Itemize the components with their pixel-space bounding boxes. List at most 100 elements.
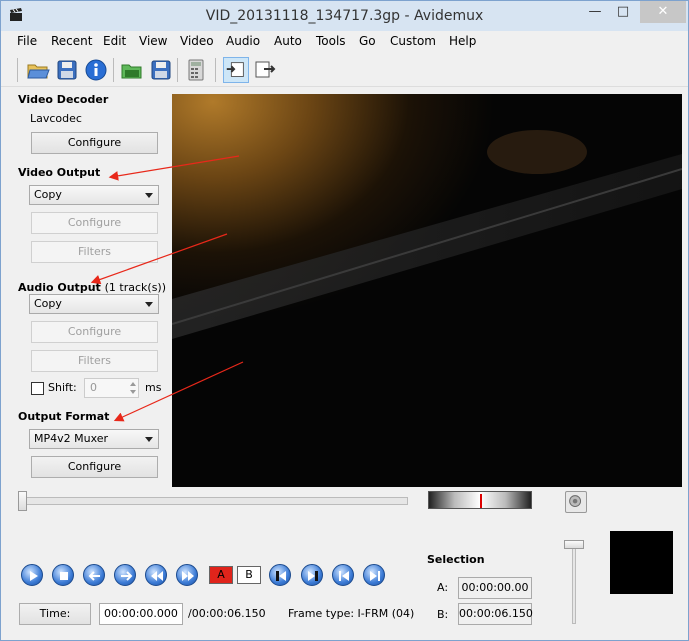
- chevron-down-icon: [145, 302, 153, 307]
- toolbar-separator: [215, 58, 216, 82]
- calculator-icon[interactable]: [183, 57, 209, 83]
- decoder-name: Lavcodec: [30, 112, 82, 125]
- audio-configure-button[interactable]: Configure: [31, 321, 158, 343]
- set-marker-b-button[interactable]: B: [237, 566, 261, 584]
- play-button[interactable]: [21, 564, 43, 586]
- save-video-icon[interactable]: [148, 57, 174, 83]
- menu-recent[interactable]: Recent: [51, 34, 92, 48]
- chevron-down-icon: [145, 437, 153, 442]
- title-bar[interactable]: VID_20131118_134717.3gp - Avidemux — □ ✕: [1, 1, 688, 31]
- toolbar-separator: [113, 58, 114, 82]
- input-preview-icon: [226, 62, 244, 77]
- jog-marker: [480, 494, 482, 508]
- open-video-icon[interactable]: [119, 57, 145, 83]
- fast-forward-icon: [182, 571, 194, 581]
- menu-file[interactable]: File: [17, 34, 37, 48]
- output-format-value: MP4v2 Muxer: [34, 432, 109, 445]
- video-preview: [172, 94, 682, 487]
- menu-auto[interactable]: Auto: [274, 34, 302, 48]
- next-frame-button[interactable]: [114, 564, 136, 586]
- maximize-button[interactable]: □: [609, 1, 637, 23]
- stop-icon: [60, 572, 68, 580]
- video-filters-button[interactable]: Filters: [31, 241, 158, 263]
- arrow-right-icon: [121, 571, 133, 581]
- total-time: /00:00:06.150: [188, 607, 266, 620]
- format-configure-button[interactable]: Configure: [31, 456, 158, 478]
- menu-tools[interactable]: Tools: [316, 34, 346, 48]
- volume-slider[interactable]: [572, 546, 576, 624]
- seek-bar[interactable]: [18, 497, 408, 505]
- video-decoder-title: Video Decoder: [18, 93, 109, 106]
- menu-audio[interactable]: Audio: [226, 34, 260, 48]
- selection-a-field: 00:00:00.00: [458, 577, 532, 599]
- shift-value: 0: [90, 381, 97, 394]
- video-output-title: Video Output: [18, 166, 101, 179]
- shift-checkbox[interactable]: [31, 382, 44, 395]
- menu-view[interactable]: View: [139, 34, 167, 48]
- video-output-select[interactable]: Copy: [29, 185, 159, 205]
- spin-down-icon[interactable]: [130, 390, 136, 394]
- marker-b-icon: [308, 571, 318, 581]
- stop-button[interactable]: [52, 564, 74, 586]
- menu-help[interactable]: Help: [449, 34, 476, 48]
- selection-b-field: 00:00:06.150: [458, 603, 533, 625]
- toolbar-separator: [17, 58, 18, 82]
- menu-go[interactable]: Go: [359, 34, 376, 48]
- go-to-marker-a-button[interactable]: [269, 564, 291, 586]
- menu-video[interactable]: Video: [180, 34, 214, 48]
- video-configure-button[interactable]: Configure: [31, 212, 158, 234]
- save-icon[interactable]: [54, 57, 80, 83]
- output-format-title: Output Format: [18, 410, 110, 423]
- audio-output-title: Audio Output (1 track(s)): [18, 281, 166, 294]
- rewind-icon: [151, 571, 163, 581]
- toolbar: [1, 52, 688, 87]
- output-format-select[interactable]: MP4v2 Muxer: [29, 429, 159, 449]
- close-button[interactable]: ✕: [640, 1, 686, 23]
- shift-spinbox[interactable]: 0: [84, 378, 139, 398]
- previous-frame-button[interactable]: [83, 564, 105, 586]
- audio-output-label: Audio Output: [18, 281, 101, 294]
- menu-bar: File Recent Edit View Video Audio Auto T…: [1, 31, 688, 52]
- chevron-down-icon: [145, 193, 153, 198]
- mini-preview: [610, 531, 673, 594]
- selection-b-label: B:: [437, 608, 449, 621]
- video-output-value: Copy: [34, 188, 62, 201]
- video-frame: [172, 94, 682, 487]
- set-marker-a-button[interactable]: A: [209, 566, 233, 584]
- volume-slider-thumb[interactable]: [564, 540, 584, 549]
- menu-edit[interactable]: Edit: [103, 34, 126, 48]
- open-folder-icon[interactable]: [25, 57, 51, 83]
- go-to-start-button[interactable]: [332, 564, 354, 586]
- info-icon[interactable]: [83, 57, 109, 83]
- seek-thumb[interactable]: [18, 491, 27, 511]
- decoder-configure-button[interactable]: Configure: [31, 132, 158, 154]
- go-to-marker-b-button[interactable]: [301, 564, 323, 586]
- current-time-field[interactable]: 00:00:00.000: [99, 603, 183, 625]
- selection-a-label: A:: [437, 581, 449, 594]
- minimize-button[interactable]: —: [581, 1, 609, 23]
- input-preview-button[interactable]: [223, 57, 249, 83]
- audio-output-select[interactable]: Copy: [29, 294, 159, 314]
- shift-label: Shift:: [48, 381, 77, 394]
- toolbar-separator: [177, 58, 178, 82]
- audio-output-value: Copy: [34, 297, 62, 310]
- output-preview-icon[interactable]: [252, 57, 278, 83]
- go-to-end-button[interactable]: [363, 564, 385, 586]
- arrow-left-icon: [88, 571, 100, 581]
- app-window: VID_20131118_134717.3gp - Avidemux — □ ✕…: [0, 0, 689, 641]
- skip-start-icon: [339, 571, 349, 581]
- menu-custom[interactable]: Custom: [390, 34, 436, 48]
- audio-filters-button[interactable]: Filters: [31, 350, 158, 372]
- spin-up-icon[interactable]: [130, 382, 136, 386]
- previous-keyframe-button[interactable]: [145, 564, 167, 586]
- next-keyframe-button[interactable]: [176, 564, 198, 586]
- shift-unit: ms: [145, 381, 162, 394]
- time-button[interactable]: Time:: [19, 603, 91, 625]
- skip-end-icon: [370, 571, 380, 581]
- frame-type: Frame type: I-FRM (04): [288, 607, 415, 620]
- selection-title: Selection: [427, 553, 485, 566]
- marker-a-icon: [276, 571, 286, 581]
- volume-button[interactable]: [565, 491, 587, 513]
- speaker-icon: [569, 495, 581, 507]
- jog-shuttle[interactable]: [428, 491, 532, 509]
